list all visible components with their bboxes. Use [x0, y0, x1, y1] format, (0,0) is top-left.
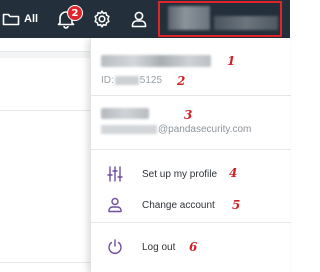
divider	[0, 262, 90, 263]
annotation-3: 3	[184, 108, 193, 122]
user-id-suffix: 5125	[139, 75, 163, 86]
user-email-row: @pandasecurity.com	[101, 124, 251, 135]
log-out-label: Log out	[142, 241, 176, 253]
gear-icon	[92, 9, 112, 29]
settings-button[interactable]	[92, 0, 116, 38]
user-id-row: ID: 5125	[101, 75, 162, 86]
top-bar: All 2	[0, 0, 290, 38]
notification-count-badge[interactable]: 2	[67, 5, 83, 21]
redacted-organization-name	[101, 108, 149, 119]
annotation-4: 4	[229, 166, 238, 180]
set-up-profile-menu-item[interactable]: Set up my profile	[91, 161, 291, 187]
divider	[0, 110, 90, 111]
annotation-1: 1	[227, 54, 236, 68]
change-account-label: Change account	[142, 199, 215, 211]
users-icon	[106, 196, 124, 214]
power-icon	[106, 238, 124, 256]
email-domain: @pandasecurity.com	[158, 124, 252, 135]
annotation-6: 6	[189, 240, 198, 254]
annotation-2: 2	[177, 74, 186, 88]
user-id-prefix: ID:	[101, 75, 114, 86]
redacted-user-name	[101, 55, 211, 67]
set-up-profile-label: Set up my profile	[142, 168, 218, 180]
redacted-email-user	[101, 125, 157, 134]
sliders-icon	[106, 165, 124, 183]
folder-icon	[2, 11, 20, 27]
background-page	[0, 38, 90, 272]
all-folders-button[interactable]: All	[0, 0, 44, 38]
user-icon	[130, 10, 148, 33]
annotation-5: 5	[232, 198, 241, 212]
header-strip	[0, 52, 90, 58]
highlight-box	[158, 1, 282, 37]
redacted-user-id	[114, 76, 139, 85]
user-dropdown-panel: 1 ID: 5125 2 3 @pandasecurity.com Set up…	[90, 38, 291, 272]
change-account-menu-item[interactable]: Change account	[91, 192, 291, 218]
all-label: All	[24, 13, 39, 25]
divider	[91, 149, 291, 150]
divider	[91, 95, 291, 96]
divider	[91, 222, 291, 223]
